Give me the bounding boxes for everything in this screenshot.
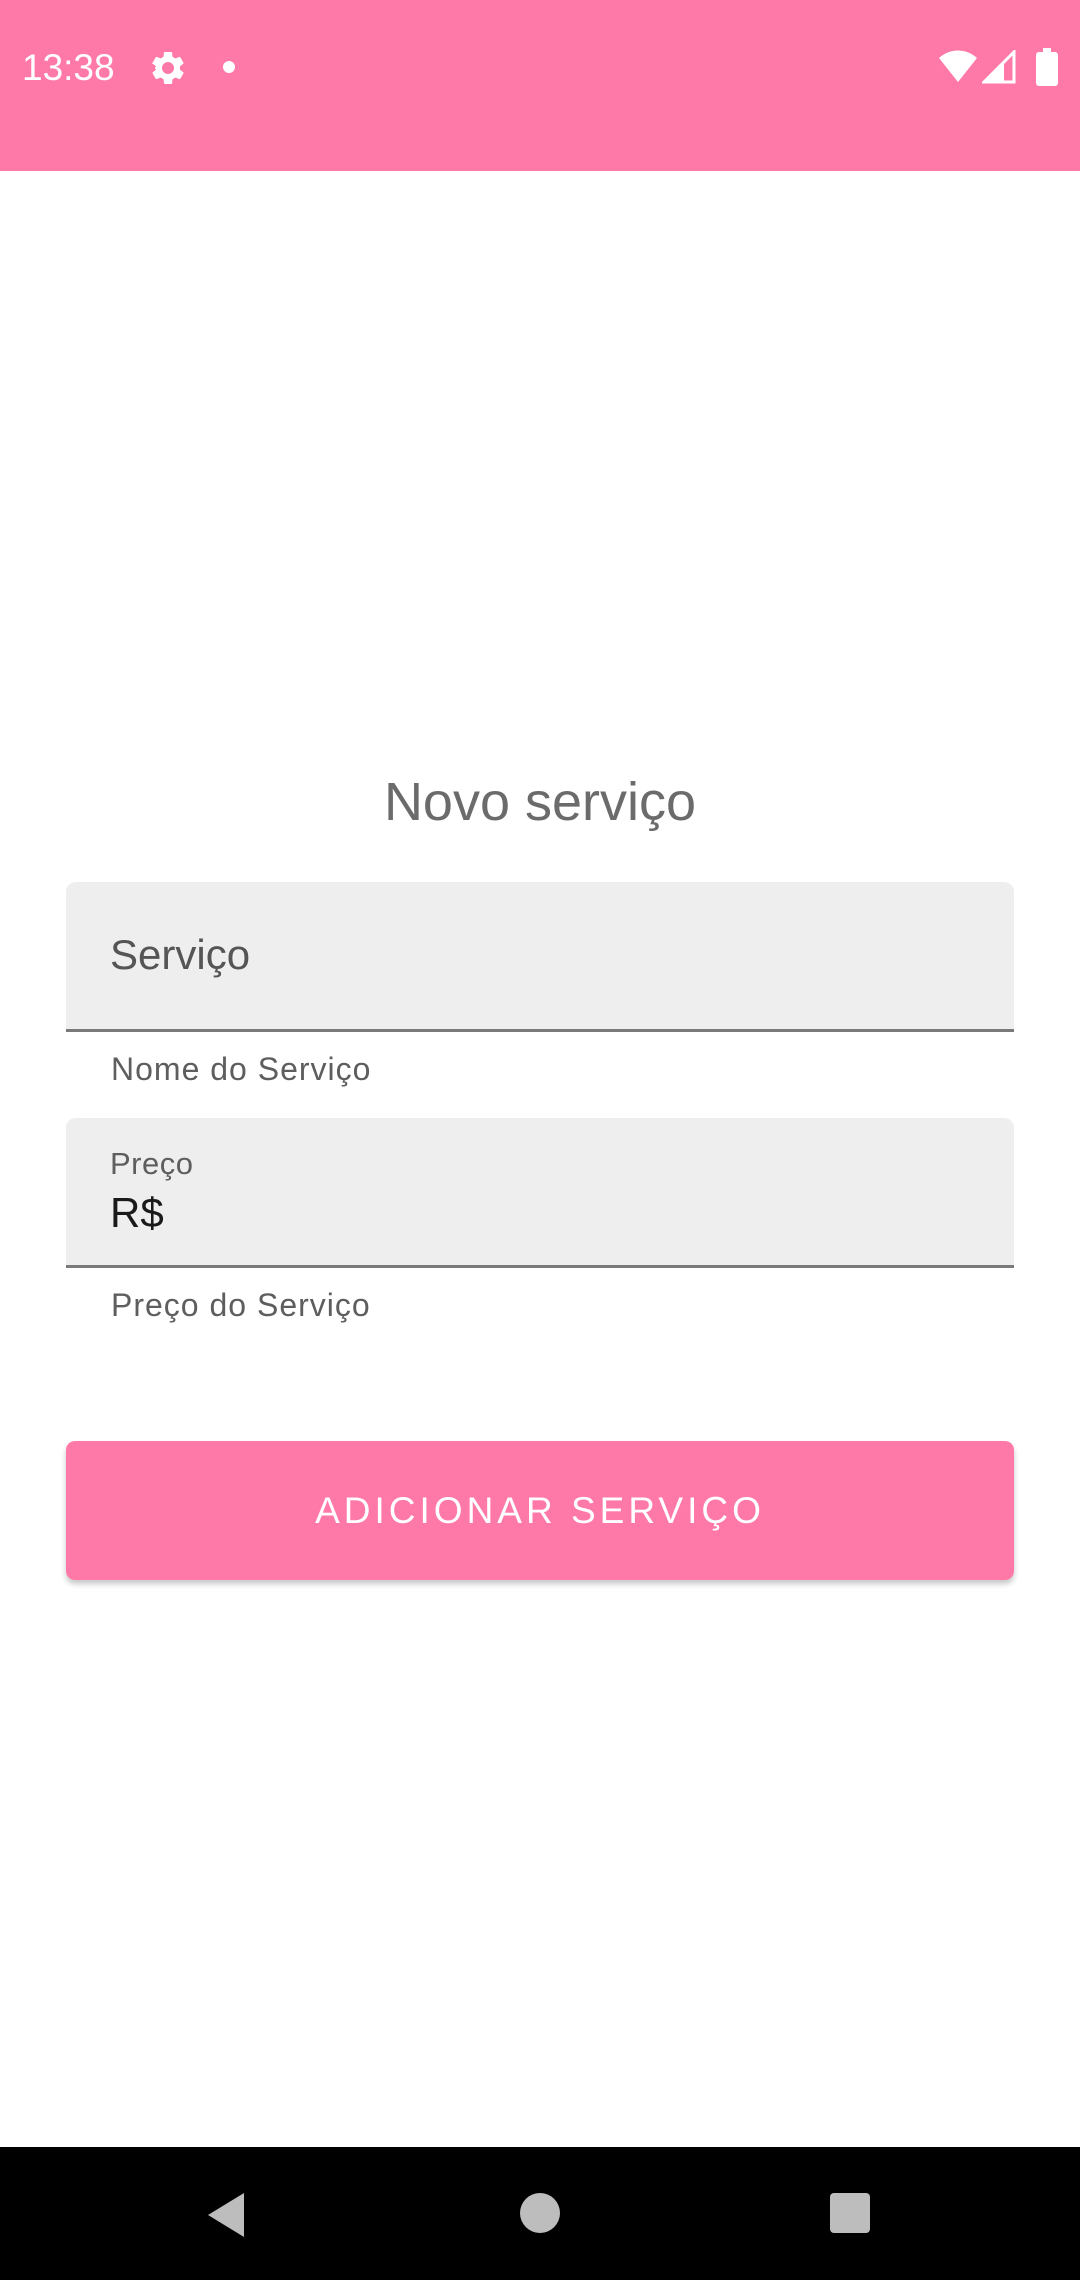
navigation-bar [0, 2147, 1080, 2280]
service-name-placeholder: Serviço [110, 931, 251, 978]
signal-icon [980, 48, 1016, 84]
home-icon[interactable] [520, 2193, 560, 2233]
price-label: Preço [110, 1146, 194, 1181]
status-bar: 13:38 [0, 0, 1080, 171]
back-icon[interactable] [204, 2191, 248, 2239]
service-name-helper: Nome do Serviço [111, 1051, 372, 1087]
service-name-field[interactable]: Serviço [66, 882, 1014, 1032]
price-field[interactable]: Preço R$ [66, 1118, 1014, 1268]
price-helper: Preço do Serviço [111, 1287, 371, 1323]
notification-dot-icon [223, 61, 235, 73]
add-service-button[interactable]: ADICIONAR SERVIÇO [66, 1441, 1014, 1580]
gear-icon [148, 48, 188, 88]
wifi-icon [938, 50, 978, 84]
battery-icon [1036, 48, 1058, 86]
status-time: 13:38 [22, 47, 115, 88]
price-value[interactable]: R$ [110, 1188, 164, 1238]
recents-icon[interactable] [830, 2193, 870, 2233]
page-title: Novo serviço [383, 772, 697, 832]
